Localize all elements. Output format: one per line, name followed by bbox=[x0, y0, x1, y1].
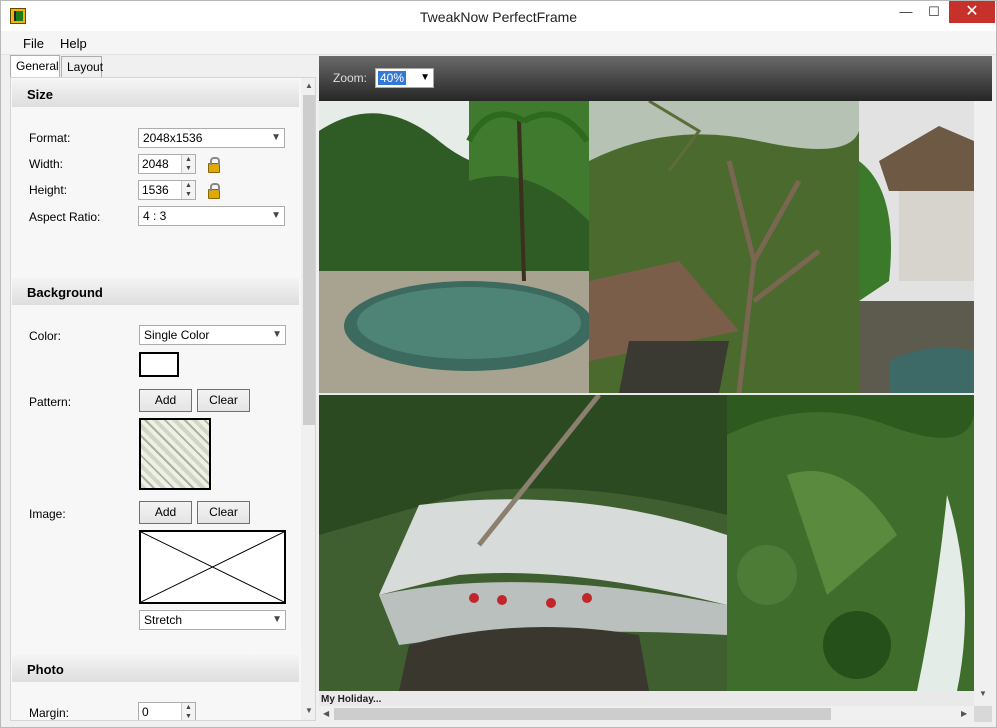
menu-help[interactable]: Help bbox=[60, 36, 87, 51]
collage-caption: My Holiday... bbox=[321, 694, 382, 705]
title-bar[interactable]: TweakNow PerfectFrame — ☐ ✕ bbox=[1, 1, 996, 31]
format-dropdown[interactable]: 2048x1536 ▼ bbox=[138, 128, 285, 148]
color-value: Single Color bbox=[144, 328, 210, 342]
size-heading: Size bbox=[12, 80, 299, 107]
spin-arrows-icon[interactable]: ▲ ▼ bbox=[181, 155, 195, 173]
width-label: Width: bbox=[29, 157, 64, 171]
image-clear-button[interactable]: Clear bbox=[197, 501, 250, 524]
image-mode-value: Stretch bbox=[144, 613, 183, 627]
photo-heading: Photo bbox=[12, 655, 299, 682]
margin-label: Margin: bbox=[29, 706, 70, 720]
lock-height-icon[interactable] bbox=[208, 183, 220, 199]
thatched-hut-image bbox=[859, 101, 974, 393]
waterfall-jungle-image bbox=[727, 395, 974, 691]
zoom-label: Zoom: bbox=[333, 71, 368, 85]
image-label: Image: bbox=[29, 507, 66, 521]
chevron-down-icon: ▼ bbox=[271, 132, 281, 143]
river-rafting-image bbox=[319, 395, 727, 691]
photo-tile[interactable] bbox=[319, 395, 727, 691]
aspect-ratio-value: 4 : 3 bbox=[143, 209, 167, 223]
format-label: Format: bbox=[29, 131, 71, 145]
spin-arrows-icon[interactable]: ▲ ▼ bbox=[181, 703, 195, 720]
panel-scroll-thumb[interactable] bbox=[303, 95, 315, 425]
chevron-down-icon: ▼ bbox=[272, 614, 282, 625]
minimize-button[interactable]: — bbox=[891, 1, 921, 23]
photo-tile[interactable] bbox=[859, 101, 974, 393]
pattern-add-button[interactable]: Add bbox=[139, 389, 192, 412]
tab-layout[interactable]: Layout bbox=[61, 56, 103, 77]
image-mode-dropdown[interactable]: Stretch ▼ bbox=[139, 610, 286, 630]
lock-width-icon[interactable] bbox=[208, 157, 220, 173]
scroll-left-icon[interactable]: ◀ bbox=[323, 709, 329, 718]
aspect-ratio-dropdown[interactable]: 4 : 3 ▼ bbox=[138, 206, 285, 226]
scroll-down-icon[interactable]: ▼ bbox=[305, 706, 313, 715]
preview-vertical-scrollbar[interactable]: ▼ bbox=[974, 101, 992, 706]
window-title: TweakNow PerfectFrame bbox=[419, 9, 578, 25]
collage-canvas[interactable]: My Holiday... bbox=[319, 101, 974, 706]
spin-arrows-icon[interactable]: ▲ ▼ bbox=[181, 181, 195, 199]
height-value: 1536 bbox=[142, 183, 169, 197]
zoom-toolbar: Zoom: 40% ▼ bbox=[319, 56, 992, 101]
photo-tile[interactable] bbox=[727, 395, 974, 691]
menu-file[interactable]: File bbox=[23, 36, 44, 51]
scroll-down-icon[interactable]: ▼ bbox=[979, 689, 987, 698]
preview-horizontal-scrollbar[interactable]: ◀ ▶ bbox=[319, 706, 974, 722]
margin-value: 0 bbox=[142, 705, 149, 719]
maximize-button[interactable]: ☐ bbox=[919, 1, 949, 23]
height-stepper[interactable]: 1536 ▲ ▼ bbox=[138, 180, 196, 200]
aspect-ratio-label: Aspect Ratio: bbox=[29, 210, 101, 224]
photo-tile[interactable] bbox=[589, 101, 859, 393]
panel-scrollbar[interactable]: ▲ ▼ bbox=[301, 78, 315, 720]
tab-general[interactable]: General bbox=[10, 55, 60, 78]
chevron-down-icon: ▼ bbox=[271, 210, 281, 221]
zoom-dropdown[interactable]: 40% ▼ bbox=[375, 68, 434, 88]
settings-panel: Size Format: 2048x1536 ▼ Width: 2048 ▲ ▼ … bbox=[10, 77, 316, 721]
chevron-down-icon: ▼ bbox=[420, 72, 430, 83]
image-preview bbox=[139, 530, 286, 604]
zoom-value: 40% bbox=[378, 71, 407, 85]
app-window: TweakNow PerfectFrame — ☐ ✕ File Help Ge… bbox=[0, 0, 997, 728]
pattern-preview bbox=[139, 418, 211, 490]
color-swatch[interactable] bbox=[139, 352, 179, 377]
pattern-label: Pattern: bbox=[29, 395, 72, 409]
chevron-down-icon: ▼ bbox=[272, 329, 282, 340]
preview-hscroll-thumb[interactable] bbox=[334, 708, 831, 720]
width-stepper[interactable]: 2048 ▲ ▼ bbox=[138, 154, 196, 174]
pool-garden-image bbox=[319, 101, 589, 393]
scroll-right-icon[interactable]: ▶ bbox=[961, 709, 967, 718]
color-label: Color: bbox=[29, 329, 62, 343]
format-value: 2048x1536 bbox=[143, 131, 203, 145]
preview-area: Zoom: 40% ▼ My Holiday... ◀ ▶ ▼ bbox=[319, 56, 992, 722]
background-heading: Background bbox=[12, 278, 299, 305]
margin-stepper[interactable]: 0 ▲ ▼ bbox=[138, 702, 196, 720]
color-dropdown[interactable]: Single Color ▼ bbox=[139, 325, 286, 345]
scroll-up-icon[interactable]: ▲ bbox=[305, 81, 313, 90]
pattern-clear-button[interactable]: Clear bbox=[197, 389, 250, 412]
tree-village-image bbox=[589, 101, 859, 393]
menu-bar: File Help bbox=[1, 31, 996, 55]
no-image-icon bbox=[140, 531, 285, 603]
photo-tile[interactable] bbox=[319, 101, 589, 393]
height-label: Height: bbox=[29, 183, 68, 197]
image-add-button[interactable]: Add bbox=[139, 501, 192, 524]
width-value: 2048 bbox=[142, 157, 169, 171]
close-button[interactable]: ✕ bbox=[949, 1, 995, 23]
